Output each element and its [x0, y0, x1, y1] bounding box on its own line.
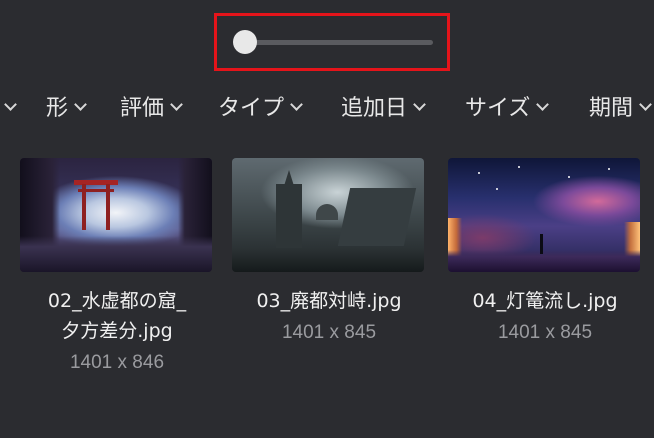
slider-thumb[interactable]: [233, 30, 257, 54]
chevron-down-icon: [290, 97, 303, 111]
filter-hidden-dropdown[interactable]: [2, 88, 17, 124]
filter-label: 追加日: [341, 96, 408, 121]
image-card[interactable]: 04_灯篭流し.jpg 1401 x 845: [448, 158, 642, 344]
image-thumbnail[interactable]: [232, 158, 424, 272]
chevron-down-icon: [536, 97, 550, 111]
filter-label: 形: [46, 96, 69, 121]
image-thumbnail[interactable]: [20, 158, 212, 272]
image-card[interactable]: 03_廃都対峙.jpg 1401 x 845: [232, 158, 426, 344]
image-dimensions: 1401 x 846: [69, 352, 165, 373]
chevron-down-icon: [4, 97, 17, 111]
image-card[interactable]: 02_水虚都の窟_ 夕方差分.jpg 1401 x 846: [20, 158, 214, 374]
filter-bar: 形 評価 タイプ 追加日 サイズ 期間: [0, 88, 654, 124]
filename-line: 夕方差分.jpg: [61, 320, 173, 342]
filter-label: サイズ: [465, 96, 531, 121]
image-browser: 形 評価 タイプ 追加日 サイズ 期間 02_水虚都の窟_ 夕方差分.jpg 1…: [0, 0, 654, 438]
filename-line: 02_水虚都の窟_: [47, 290, 187, 312]
chevron-down-icon: [639, 97, 652, 111]
slider-track[interactable]: [237, 40, 433, 45]
filter-label: 期間: [589, 96, 634, 121]
filter-date-added-dropdown[interactable]: 追加日: [341, 88, 426, 124]
chevron-down-icon: [170, 97, 183, 111]
filter-size-dropdown[interactable]: サイズ: [465, 88, 550, 124]
filter-shape-dropdown[interactable]: 形: [46, 88, 87, 124]
image-thumbnail[interactable]: [448, 158, 640, 272]
image-filename: 04_灯篭流し.jpg: [472, 290, 618, 312]
chevron-down-icon: [74, 97, 87, 111]
filter-label: 評価: [120, 96, 165, 121]
image-filename: 02_水虚都の窟_ 夕方差分.jpg: [20, 286, 214, 346]
filter-type-dropdown[interactable]: タイプ: [218, 88, 303, 124]
filter-label: タイプ: [218, 96, 285, 121]
image-dimensions: 1401 x 845: [281, 322, 377, 343]
image-filename: 03_廃都対峙.jpg: [256, 290, 402, 312]
chevron-down-icon: [413, 97, 426, 111]
thumbnail-size-slider[interactable]: [214, 13, 450, 71]
filter-rating-dropdown[interactable]: 評価: [120, 88, 183, 124]
filter-duration-dropdown[interactable]: 期間: [589, 88, 652, 124]
image-dimensions: 1401 x 845: [497, 322, 593, 343]
